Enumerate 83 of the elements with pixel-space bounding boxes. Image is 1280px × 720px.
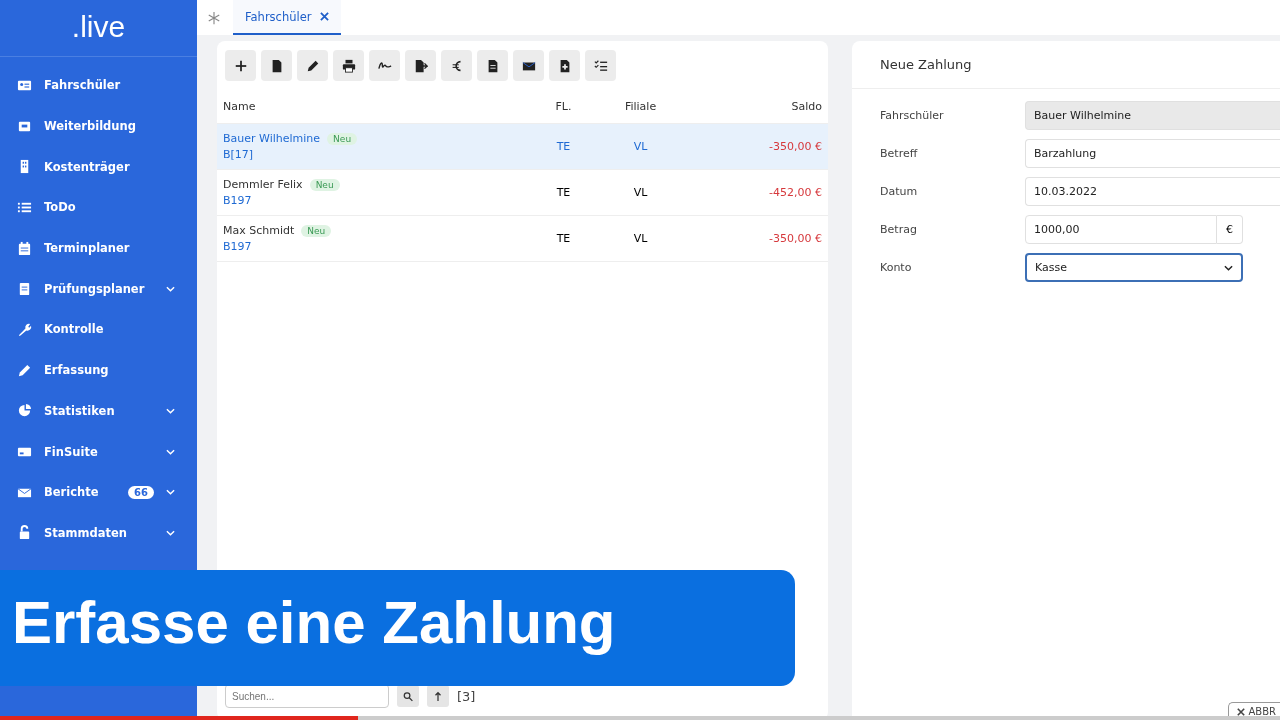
close-icon <box>1237 707 1246 716</box>
sidebar-item[interactable]: Weiterbildung <box>0 105 197 147</box>
table-cell: TE <box>533 215 594 262</box>
sidebar-item[interactable]: Fahrschüler <box>0 65 197 106</box>
sidebar-item[interactable]: Kostenträger <box>0 146 197 188</box>
sort-button[interactable] <box>427 685 449 707</box>
sidebar-item[interactable]: Stammdaten <box>0 512 197 554</box>
export-icon <box>413 58 428 73</box>
field-label: Konto <box>880 261 913 274</box>
table-cell: TE <box>533 169 594 216</box>
toolbar-button[interactable] <box>333 50 364 81</box>
pencil-icon <box>17 362 32 378</box>
snowflake-icon[interactable] <box>207 10 221 25</box>
caption-banner: Erfasse eine Zahlung <box>0 570 795 686</box>
close-icon <box>319 12 329 21</box>
clipboard-icon <box>17 281 32 297</box>
toolbar-button[interactable] <box>477 50 508 81</box>
select-field[interactable]: Kasse <box>1025 253 1243 282</box>
video-progress-bar[interactable] <box>0 716 1280 720</box>
sidebar-item[interactable]: Berichte 66 <box>0 471 197 513</box>
field-label: Fahrschüler <box>880 109 945 122</box>
search-button[interactable] <box>397 685 419 707</box>
search-field[interactable]: Suchen... <box>225 684 389 708</box>
toolbar-button[interactable] <box>261 50 292 81</box>
balance-cell: -452,00 € <box>687 169 828 216</box>
sidebar-item[interactable]: Statistiken <box>0 390 197 432</box>
input-field[interactable]: 1000,00 <box>1025 215 1217 244</box>
count-badge: 66 <box>128 485 154 499</box>
chevron-icon <box>166 489 175 496</box>
status-badge: Neu <box>301 224 332 237</box>
sidebar-item[interactable]: FinSuite <box>0 431 197 472</box>
table-cell: VL <box>593 215 688 262</box>
toolbar-button[interactable] <box>297 50 328 81</box>
input-field[interactable]: 10.03.2022 <box>1025 177 1280 206</box>
result-count: [3] <box>457 688 476 704</box>
chevron-icon <box>166 407 175 414</box>
balance-cell: -350,00 € <box>687 123 828 170</box>
search-icon <box>403 690 413 702</box>
sidebar-item[interactable]: Terminplaner <box>0 227 197 269</box>
currency-addon: € <box>1217 215 1243 244</box>
field-label: Betreff <box>880 147 919 160</box>
toolbar-button[interactable] <box>405 50 436 81</box>
lock-icon <box>17 525 32 541</box>
panel-title: Neue Zahlung <box>852 41 1280 89</box>
field-label: Datum <box>880 185 919 198</box>
table-cell: TE <box>533 123 594 170</box>
pie-icon <box>17 403 32 419</box>
toolbar-button[interactable] <box>225 50 256 81</box>
name-cell[interactable]: Bauer Wilhelmine Neu B[17] <box>217 123 534 170</box>
sidebar-item[interactable]: Erfassung <box>0 349 197 391</box>
checklist-icon <box>593 58 608 73</box>
toolbar-button[interactable] <box>513 50 544 81</box>
field-label: Betrag <box>880 223 918 236</box>
printer-icon <box>341 58 356 73</box>
column-header: Name <box>217 90 534 124</box>
pencil-icon <box>305 58 320 73</box>
name-cell[interactable]: Max Schmidt Neu B197 <box>217 215 534 262</box>
app-logo: .live <box>71 10 126 44</box>
toolbar-button[interactable] <box>549 50 580 81</box>
chevron-icon <box>166 285 175 292</box>
sidebar-item[interactable]: ToDo <box>0 187 197 228</box>
chevron-icon <box>1224 264 1233 271</box>
chevron-icon <box>166 448 175 455</box>
chevron-icon <box>166 529 175 536</box>
toolbar-button[interactable] <box>585 50 616 81</box>
sidebar-item[interactable]: Kontrolle <box>0 309 197 350</box>
table-cell: VL <box>593 123 688 170</box>
table-cell: VL <box>593 169 688 216</box>
sidebar-item[interactable]: Prüfungsplaner <box>0 268 197 310</box>
column-header: Filiale <box>593 90 688 124</box>
wrench-icon <box>17 321 32 337</box>
arrow-icon <box>433 690 443 702</box>
column-header: Saldo <box>687 90 828 124</box>
plus-icon <box>233 58 248 73</box>
calendar-icon <box>17 240 32 256</box>
status-badge: Neu <box>309 178 340 191</box>
tab[interactable]: Fahrschüler <box>233 0 341 35</box>
balance-cell: -350,00 € <box>687 215 828 262</box>
name-cell[interactable]: Demmler Felix Neu B197 <box>217 169 534 216</box>
input-field[interactable]: Barzahlung <box>1025 139 1280 168</box>
column-header: FL. <box>533 90 594 124</box>
toolbar-button[interactable] <box>441 50 472 81</box>
status-badge: Neu <box>327 132 358 145</box>
